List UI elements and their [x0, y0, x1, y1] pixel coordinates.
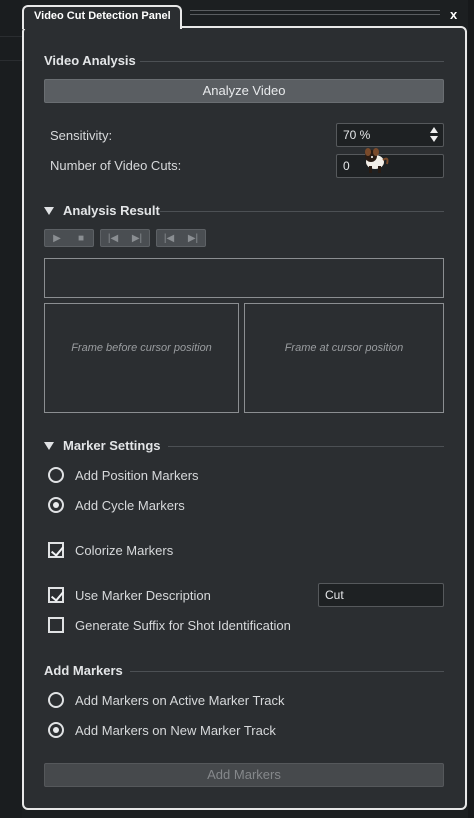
previous-icon[interactable]: |◀ — [105, 231, 121, 245]
marker-settings-heading: Marker Settings — [63, 438, 161, 453]
section-divider — [130, 671, 444, 672]
video-cuts-label: Number of Video Cuts: — [50, 158, 182, 173]
colorize-markers-checkbox[interactable] — [48, 542, 64, 558]
use-marker-description-label: Use Marker Description — [75, 588, 211, 603]
generate-suffix-label: Generate Suffix for Shot Identification — [75, 618, 291, 633]
frame-before-label: Frame before cursor position — [71, 342, 212, 354]
frame-at-preview: Frame at cursor position — [244, 303, 444, 413]
position-markers-radio[interactable] — [48, 467, 64, 483]
drag-handle-lines[interactable] — [190, 10, 440, 18]
marker-description-input[interactable]: Cut — [318, 583, 444, 607]
dog-cursor-icon — [365, 148, 389, 173]
add-markers-button[interactable]: Add Markers — [44, 763, 444, 787]
previous-marker-icon[interactable]: |◀ — [161, 231, 177, 245]
colorize-markers-label: Colorize Markers — [75, 543, 174, 558]
section-divider — [160, 211, 444, 212]
frame-at-label: Frame at cursor position — [284, 342, 404, 354]
new-marker-track-label: Add Markers on New Marker Track — [75, 723, 276, 738]
new-marker-track-radio[interactable] — [48, 722, 64, 738]
next-icon[interactable]: ▶| — [129, 231, 145, 245]
spin-arrows-icon[interactable] — [430, 127, 438, 145]
sensitivity-label: Sensitivity: — [50, 128, 113, 143]
stop-icon[interactable]: ■ — [73, 231, 89, 245]
position-markers-label: Add Position Markers — [75, 468, 199, 483]
section-divider — [140, 61, 444, 62]
close-button[interactable]: x — [450, 7, 457, 22]
frame-before-preview: Frame before cursor position — [44, 303, 239, 413]
use-marker-description-checkbox[interactable] — [48, 587, 64, 603]
next-marker-icon[interactable]: ▶| — [185, 231, 201, 245]
video-analysis-heading: Video Analysis — [44, 53, 136, 68]
background-left-strip — [0, 0, 22, 818]
collapse-triangle-icon[interactable] — [44, 442, 54, 450]
marker-description-value: Cut — [325, 588, 344, 602]
cycle-markers-radio[interactable] — [48, 497, 64, 513]
analyze-video-button[interactable]: Analyze Video — [44, 79, 444, 103]
sensitivity-value: 70 % — [343, 128, 371, 142]
panel-title: Video Cut Detection Panel — [34, 10, 171, 22]
section-divider — [168, 446, 444, 447]
active-marker-track-label: Add Markers on Active Marker Track — [75, 693, 285, 708]
play-icon[interactable]: ▶ — [49, 231, 65, 245]
add-markers-heading: Add Markers — [44, 663, 123, 678]
transport-controls: ▶ ■ — [44, 229, 94, 247]
background-right-strip — [468, 0, 474, 818]
analysis-result-heading: Analysis Result — [63, 203, 160, 218]
generate-suffix-checkbox[interactable] — [48, 617, 64, 633]
video-cuts-value: 0 — [343, 159, 350, 173]
marker-navigation-controls: |◀ ▶| — [156, 229, 206, 247]
analysis-result-display — [44, 258, 444, 298]
navigation-controls: |◀ ▶| — [100, 229, 150, 247]
cycle-markers-label: Add Cycle Markers — [75, 498, 185, 513]
collapse-triangle-icon[interactable] — [44, 207, 54, 215]
active-marker-track-radio[interactable] — [48, 692, 64, 708]
